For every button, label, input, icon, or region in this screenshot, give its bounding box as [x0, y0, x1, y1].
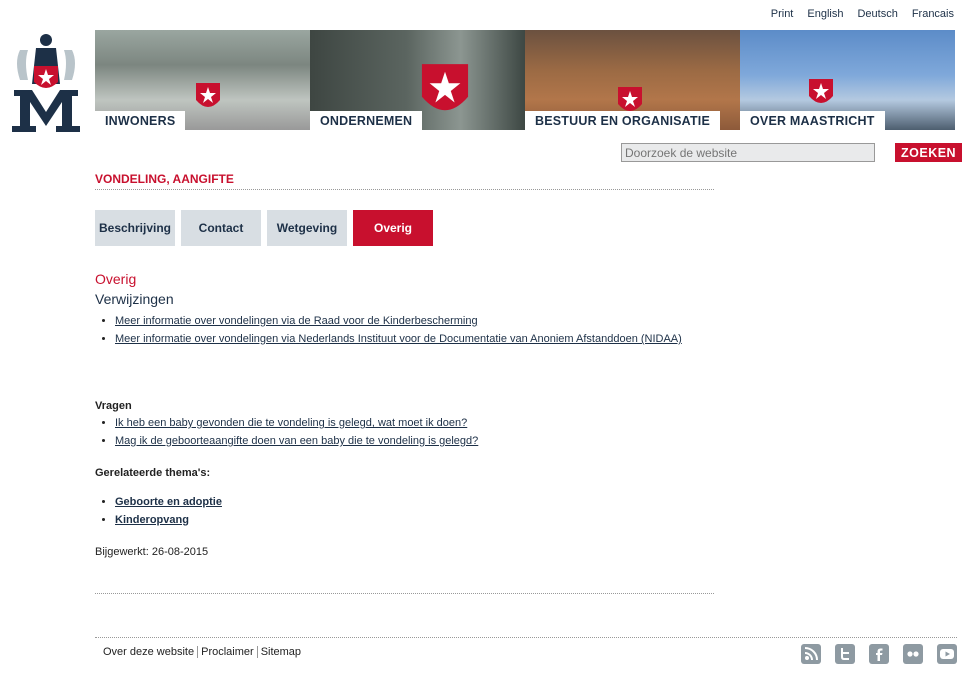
- twitter-icon[interactable]: [835, 644, 855, 664]
- nav-panel-inwoners[interactable]: INWONERS: [95, 30, 310, 130]
- footer-link-sitemap[interactable]: Sitemap: [261, 646, 301, 658]
- nav-panel-ondernemen[interactable]: ONDERNEMEN: [310, 30, 525, 130]
- questions-label: Vragen: [95, 400, 132, 412]
- list-item: Meer informatie over vondelingen via de …: [115, 312, 735, 330]
- divider: [95, 189, 714, 190]
- nav-tab-over-maastricht[interactable]: OVER MAASTRICHT: [740, 111, 885, 130]
- themes-label: Gerelateerde thema's:: [95, 467, 211, 479]
- flickr-icon[interactable]: [903, 644, 923, 664]
- search-button[interactable]: ZOEKEN: [895, 143, 963, 162]
- main-navigation-banner: INWONERS ONDERNEMEN BESTUUR EN ORGANISAT…: [95, 30, 955, 130]
- nav-tab-ondernemen[interactable]: ONDERNEMEN: [310, 111, 423, 130]
- lang-deutsch-link[interactable]: Deutsch: [857, 8, 897, 20]
- reference-link[interactable]: Meer informatie over vondelingen via de …: [115, 315, 478, 327]
- theme-links: Geboorte en adoptie Kinderopvang: [95, 493, 735, 529]
- nav-tab-bestuur[interactable]: BESTUUR EN ORGANISATIE: [525, 111, 721, 130]
- footer-link-proclaimer[interactable]: Proclaimer: [201, 646, 254, 658]
- social-links: [801, 644, 957, 664]
- tab-beschrijving[interactable]: Beschrijving: [95, 210, 175, 246]
- lang-francais-link[interactable]: Francais: [912, 8, 954, 20]
- list-item: Kinderopvang: [115, 511, 735, 529]
- last-updated: Bijgewerkt: 26-08-2015: [95, 546, 209, 558]
- list-item: Ik heb een baby gevonden die te vondelin…: [115, 414, 735, 432]
- list-item: Mag ik de geboorteaangifte doen van een …: [115, 432, 735, 450]
- tab-overig[interactable]: Overig: [353, 210, 433, 246]
- divider: [95, 593, 714, 594]
- reference-link[interactable]: Meer informatie over vondelingen via Ned…: [115, 333, 682, 345]
- tab-contact[interactable]: Contact: [181, 210, 261, 246]
- separator: [197, 646, 199, 658]
- search-input[interactable]: [621, 143, 875, 162]
- question-link[interactable]: Ik heb een baby gevonden die te vondelin…: [115, 417, 467, 429]
- tab-wetgeving[interactable]: Wetgeving: [267, 210, 347, 246]
- search-bar: ZOEKEN: [621, 143, 963, 162]
- print-link[interactable]: Print: [771, 8, 794, 20]
- theme-link[interactable]: Kinderopvang: [115, 514, 189, 526]
- theme-link[interactable]: Geboorte en adoptie: [115, 496, 222, 508]
- nav-panel-bestuur[interactable]: BESTUUR EN ORGANISATIE: [525, 30, 740, 130]
- question-link[interactable]: Mag ik de geboorteaangifte doen van een …: [115, 435, 478, 447]
- language-bar: Print English Deutsch Francais: [771, 8, 954, 20]
- facebook-icon[interactable]: [869, 644, 889, 664]
- footer-links: Over deze website Proclaimer Sitemap: [103, 646, 301, 658]
- footer-link-about[interactable]: Over deze website: [103, 646, 194, 658]
- section-heading: Verwijzingen: [95, 291, 174, 307]
- question-links: Ik heb een baby gevonden die te vondelin…: [95, 414, 735, 450]
- lang-english-link[interactable]: English: [807, 8, 843, 20]
- nav-panel-over-maastricht[interactable]: OVER MAASTRICHT: [740, 30, 955, 130]
- list-item: Geboorte en adoptie: [115, 493, 735, 511]
- list-item: Meer informatie over vondelingen via Ned…: [115, 330, 735, 348]
- footer-divider: [95, 637, 957, 638]
- nav-tab-inwoners[interactable]: INWONERS: [95, 111, 186, 130]
- separator: [256, 646, 258, 658]
- maastricht-logo[interactable]: [10, 32, 82, 134]
- youtube-icon[interactable]: [937, 644, 957, 664]
- page-title: VONDELING, AANGIFTE: [95, 172, 234, 186]
- section-title: Overig: [95, 271, 137, 287]
- reference-links: Meer informatie over vondelingen via de …: [95, 312, 735, 348]
- rss-icon[interactable]: [801, 644, 821, 664]
- content-area: Overig Verwijzingen Meer informatie over…: [95, 271, 735, 558]
- content-tabs: Beschrijving Contact Wetgeving Overig: [95, 210, 433, 246]
